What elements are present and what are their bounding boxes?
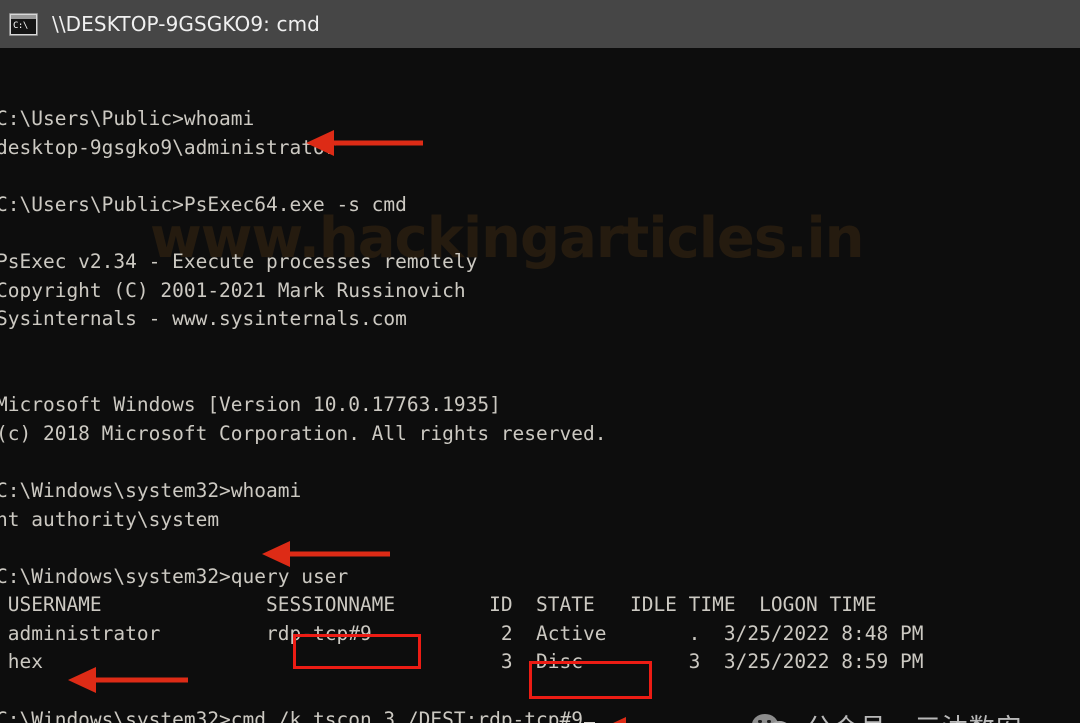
terminal-line-list: C:\Users\Public>whoami desktop-9gsgko9\a… xyxy=(0,48,1080,723)
tscon-command-text: C:\Windows\system32>cmd /k tscon 3 /DEST… xyxy=(0,707,583,723)
terminal-line-psexec-copyright: Copyright (C) 2001-2021 Mark Russinovich xyxy=(0,278,466,302)
terminal-line-whoami-result: desktop-9gsgko9\administrator xyxy=(0,135,337,159)
terminal-line-whoami-system-cmd: C:\Windows\system32>whoami xyxy=(0,478,302,502)
wechat-logo-icon xyxy=(752,712,794,723)
query-user-row-administrator: administrator rdp-tcp#9 2 Active . 3/25/… xyxy=(0,621,924,645)
terminal-line-nt-authority-system: nt authority\system xyxy=(0,507,220,531)
icon-prompt-text: C:\ xyxy=(11,18,36,34)
terminal-output-area[interactable]: www.hackingarticles.in C:\Users\Public>w… xyxy=(0,48,1080,723)
terminal-line-sysinternals-url: Sysinternals - www.sysinternals.com xyxy=(0,307,407,331)
wechat-account-name: 公众号 · 三沐数安 xyxy=(806,708,1023,723)
terminal-line-windows-version: Microsoft Windows [Version 10.0.17763.19… xyxy=(0,393,501,417)
window-title: \\DESKTOP-9GSGKO9: cmd xyxy=(52,12,320,36)
window-titlebar[interactable]: C:\ \\DESKTOP-9GSGKO9: cmd xyxy=(0,0,1080,48)
query-user-header-row: USERNAME SESSIONNAME ID STATE IDLE TIME … xyxy=(0,593,877,617)
terminal-line-psexec-version: PsExec v2.34 - Execute processes remotel… xyxy=(0,250,478,274)
cmd-console-window: C:\ \\DESKTOP-9GSGKO9: cmd www.hackingar… xyxy=(0,0,1080,723)
cmd-console-icon: C:\ xyxy=(9,12,38,36)
terminal-line-ms-copyright: (c) 2018 Microsoft Corporation. All righ… xyxy=(0,421,607,445)
terminal-line-psexec-cmd: C:\Users\Public>PsExec64.exe -s cmd xyxy=(0,192,407,216)
terminal-line-query-user-cmd: C:\Windows\system32>query user xyxy=(0,564,349,588)
watermark-wechat: 公众号 · 三沐数安 xyxy=(752,708,1023,723)
terminal-line-whoami-cmd: C:\Users\Public>whoami xyxy=(0,107,255,131)
query-user-row-hex: hex 3 Disc 3 3/25/2022 8:59 PM xyxy=(0,650,924,674)
